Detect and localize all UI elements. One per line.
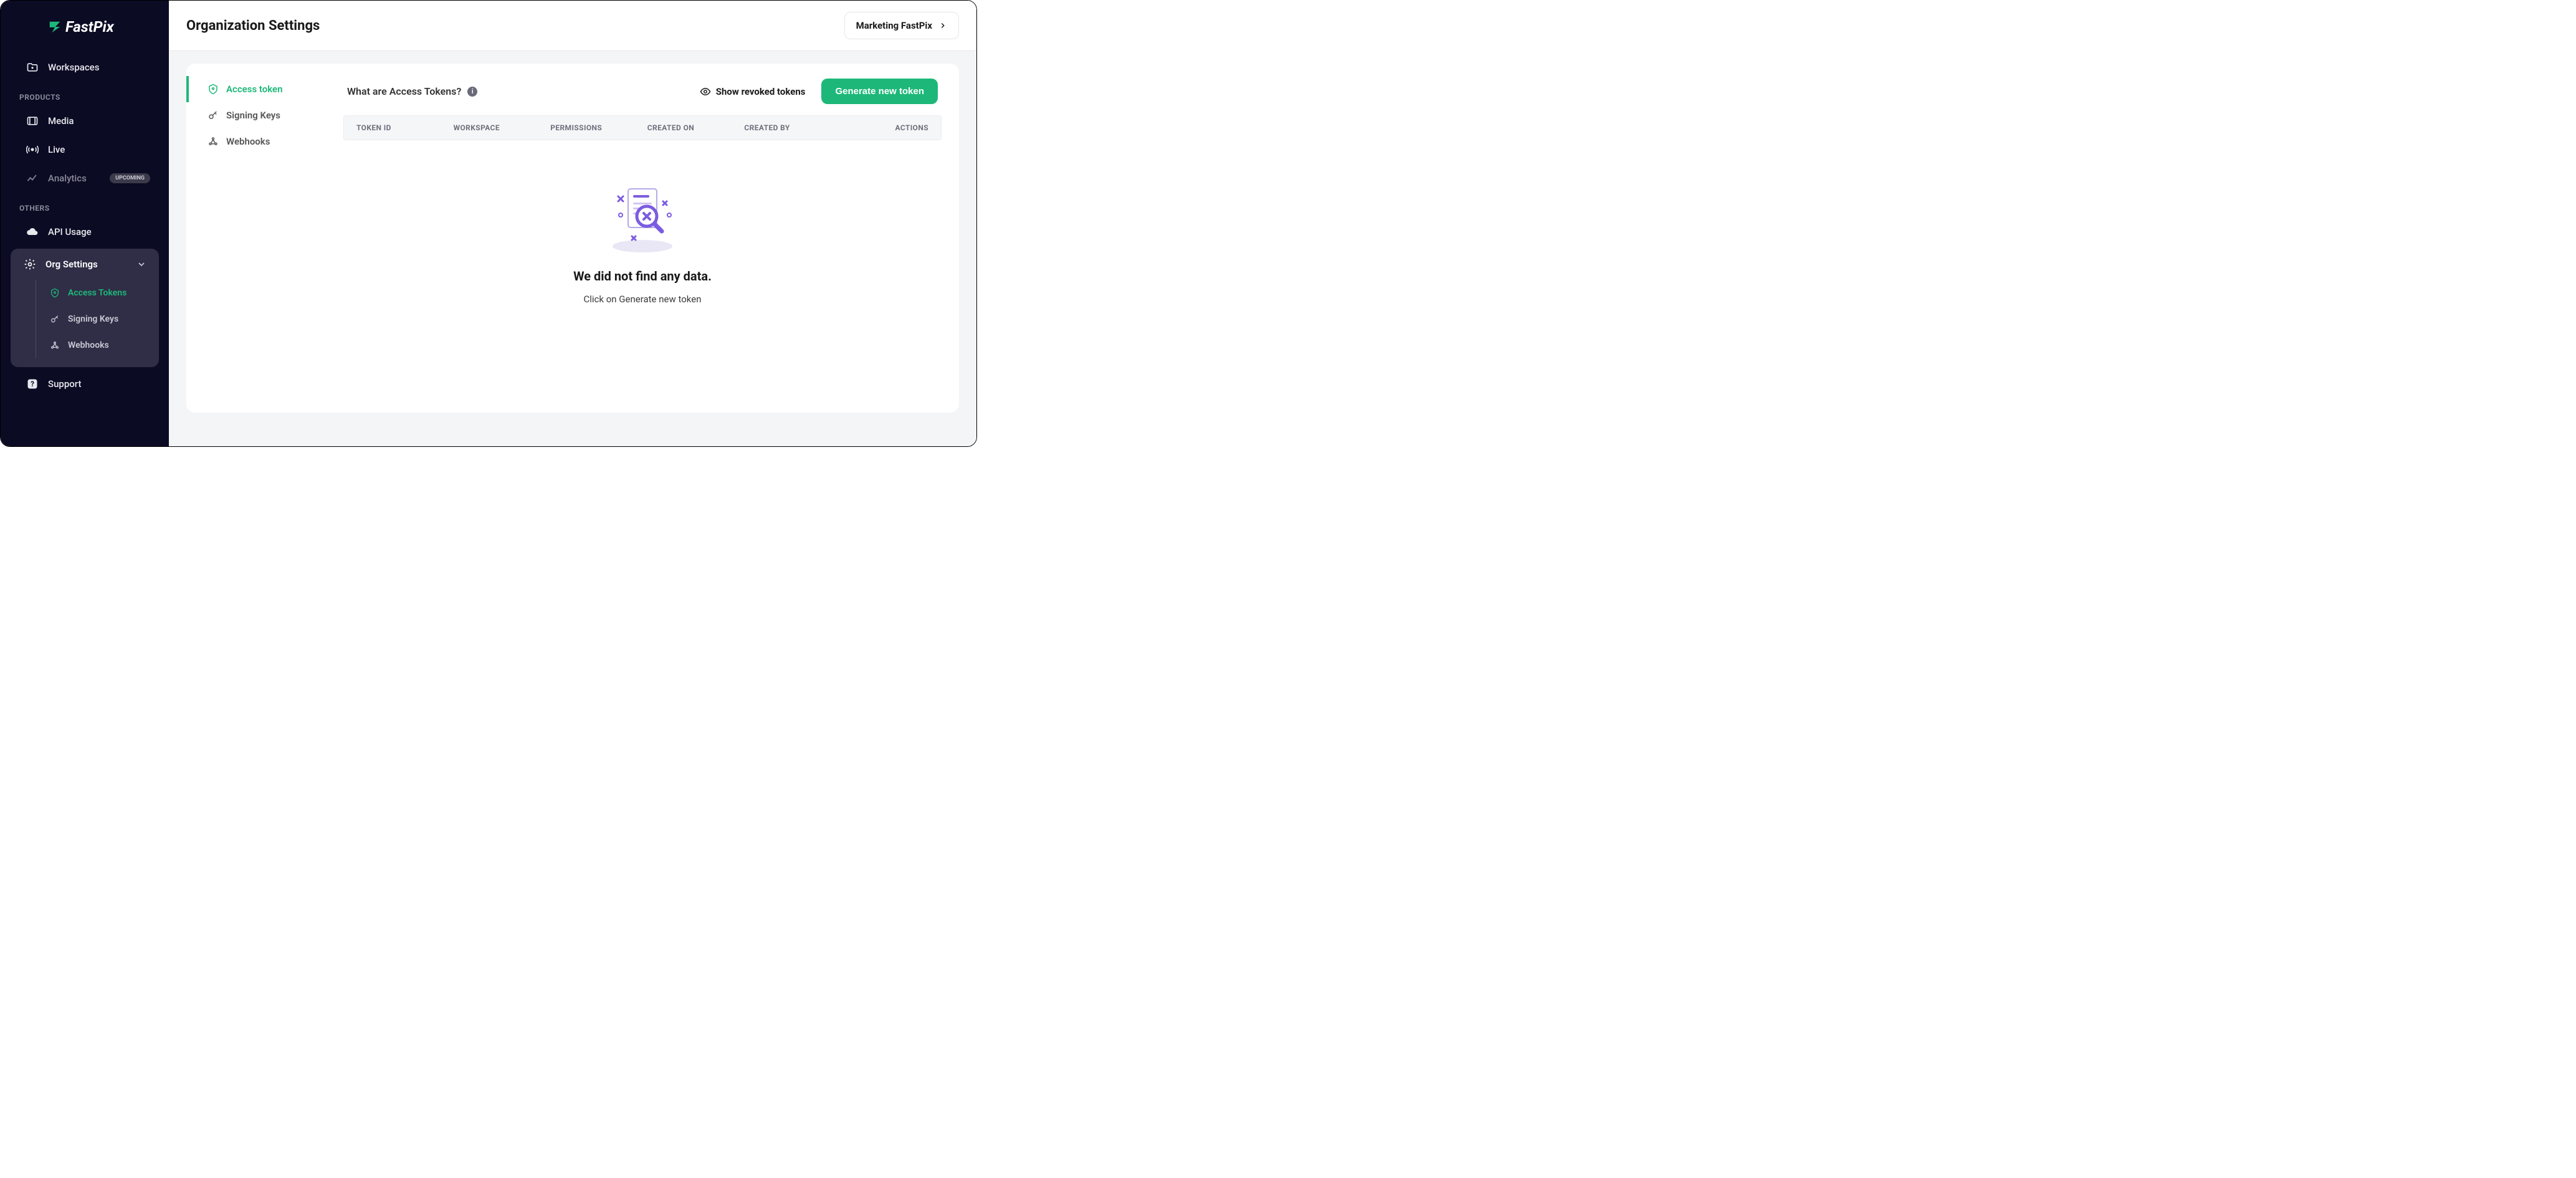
generate-token-button[interactable]: Generate new token — [821, 79, 938, 104]
sidebar-subitem-label: Access Tokens — [68, 288, 126, 298]
topbar: Organization Settings Marketing FastPix — [169, 1, 976, 51]
upcoming-badge: UPCOMING — [110, 173, 150, 183]
col-actions: ACTIONS — [841, 123, 928, 132]
media-icon — [26, 114, 39, 128]
tab-label: Webhooks — [226, 136, 270, 147]
fastpix-logo-icon — [48, 20, 62, 34]
empty-state: We did not find any data. Click on Gener… — [343, 140, 942, 395]
brand-name: FastPix — [65, 18, 114, 36]
sidebar-item-api-usage[interactable]: API Usage — [1, 218, 169, 246]
sidebar-item-support[interactable]: ? Support — [1, 370, 169, 398]
settings-panel: Access token Signing Keys Webhooks — [186, 64, 959, 413]
section-label-products: PRODUCTS — [1, 82, 169, 107]
chevron-right-icon — [938, 21, 947, 30]
info-icon: i — [467, 87, 477, 97]
header-actions: Show revoked tokens Generate new token — [700, 79, 938, 104]
table-header: TOKEN ID WORKSPACE PERMISSIONS CREATED O… — [343, 115, 942, 140]
analytics-icon — [26, 171, 39, 185]
webhook-icon — [48, 338, 62, 352]
info-text: What are Access Tokens? — [347, 85, 461, 97]
brand-logo[interactable]: FastPix — [1, 1, 169, 53]
svg-text:?: ? — [31, 380, 34, 388]
col-workspace: WORKSPACE — [454, 123, 551, 132]
gear-icon — [23, 257, 37, 271]
cloud-icon — [26, 225, 39, 239]
sidebar-item-label: Live — [48, 144, 65, 155]
empty-subtitle: Click on Generate new token — [584, 294, 702, 305]
org-selector[interactable]: Marketing FastPix — [844, 12, 959, 39]
page-title: Organization Settings — [186, 18, 320, 34]
col-created-by: CREATED BY — [744, 123, 841, 132]
panel-body: What are Access Tokens? i Show revoked t… — [343, 64, 959, 413]
section-label-others: OTHERS — [1, 193, 169, 218]
tab-signing-keys[interactable]: Signing Keys — [186, 102, 343, 128]
sidebar-item-workspaces[interactable]: Workspaces — [1, 53, 169, 82]
chevron-down-icon — [136, 259, 146, 269]
col-token-id: TOKEN ID — [356, 123, 454, 132]
col-permissions: PERMISSIONS — [550, 123, 647, 132]
content-area: Access token Signing Keys Webhooks — [169, 51, 976, 446]
sidebar-subitem-signing-keys[interactable]: Signing Keys — [36, 306, 159, 332]
tab-access-token[interactable]: Access token — [186, 76, 343, 102]
show-revoked-label: Show revoked tokens — [716, 86, 806, 97]
eye-icon — [700, 86, 711, 97]
sidebar-item-label: Org Settings — [45, 259, 98, 270]
sidebar: FastPix Workspaces PRODUCTS Media Live — [1, 1, 169, 446]
sidebar-item-live[interactable]: Live — [1, 135, 169, 164]
col-created-on: CREATED ON — [647, 123, 745, 132]
sidebar-item-label: Workspaces — [48, 62, 99, 73]
sidebar-item-label: API Usage — [48, 226, 92, 237]
shield-icon — [48, 286, 62, 300]
sidebar-item-media[interactable]: Media — [1, 107, 169, 135]
tab-label: Access token — [226, 84, 282, 95]
sidebar-subitem-label: Webhooks — [68, 340, 109, 350]
sidebar-subitem-access-tokens[interactable]: Access Tokens — [36, 280, 159, 306]
panel-tabs: Access token Signing Keys Webhooks — [186, 64, 343, 413]
body-header: What are Access Tokens? i Show revoked t… — [343, 76, 942, 115]
sidebar-item-label: Analytics — [48, 173, 87, 184]
shield-icon — [208, 84, 219, 95]
show-revoked-toggle[interactable]: Show revoked tokens — [700, 86, 806, 97]
sidebar-subitem-label: Signing Keys — [68, 314, 118, 324]
tab-label: Signing Keys — [226, 110, 280, 121]
help-icon: ? — [26, 377, 39, 391]
sidebar-item-analytics[interactable]: Analytics UPCOMING — [1, 164, 169, 193]
main-content: Organization Settings Marketing FastPix … — [169, 1, 976, 446]
empty-illustration-icon — [602, 178, 683, 259]
key-icon — [48, 312, 62, 326]
sidebar-group-org-settings: Org Settings Access Tokens Signing Keys — [11, 249, 159, 367]
org-settings-subitems: Access Tokens Signing Keys Webhooks — [11, 280, 159, 367]
info-text-container[interactable]: What are Access Tokens? i — [347, 85, 477, 97]
key-icon — [208, 110, 219, 121]
sidebar-item-label: Media — [48, 115, 74, 127]
folder-plus-icon — [26, 60, 39, 74]
sidebar-subitem-webhooks[interactable]: Webhooks — [36, 332, 159, 358]
org-selector-label: Marketing FastPix — [856, 20, 932, 31]
sidebar-item-org-settings[interactable]: Org Settings — [11, 249, 159, 280]
empty-title: We did not find any data. — [573, 269, 712, 284]
broadcast-icon — [26, 143, 39, 156]
tab-webhooks[interactable]: Webhooks — [186, 128, 343, 155]
webhook-icon — [208, 136, 219, 147]
sidebar-item-label: Support — [48, 378, 81, 390]
